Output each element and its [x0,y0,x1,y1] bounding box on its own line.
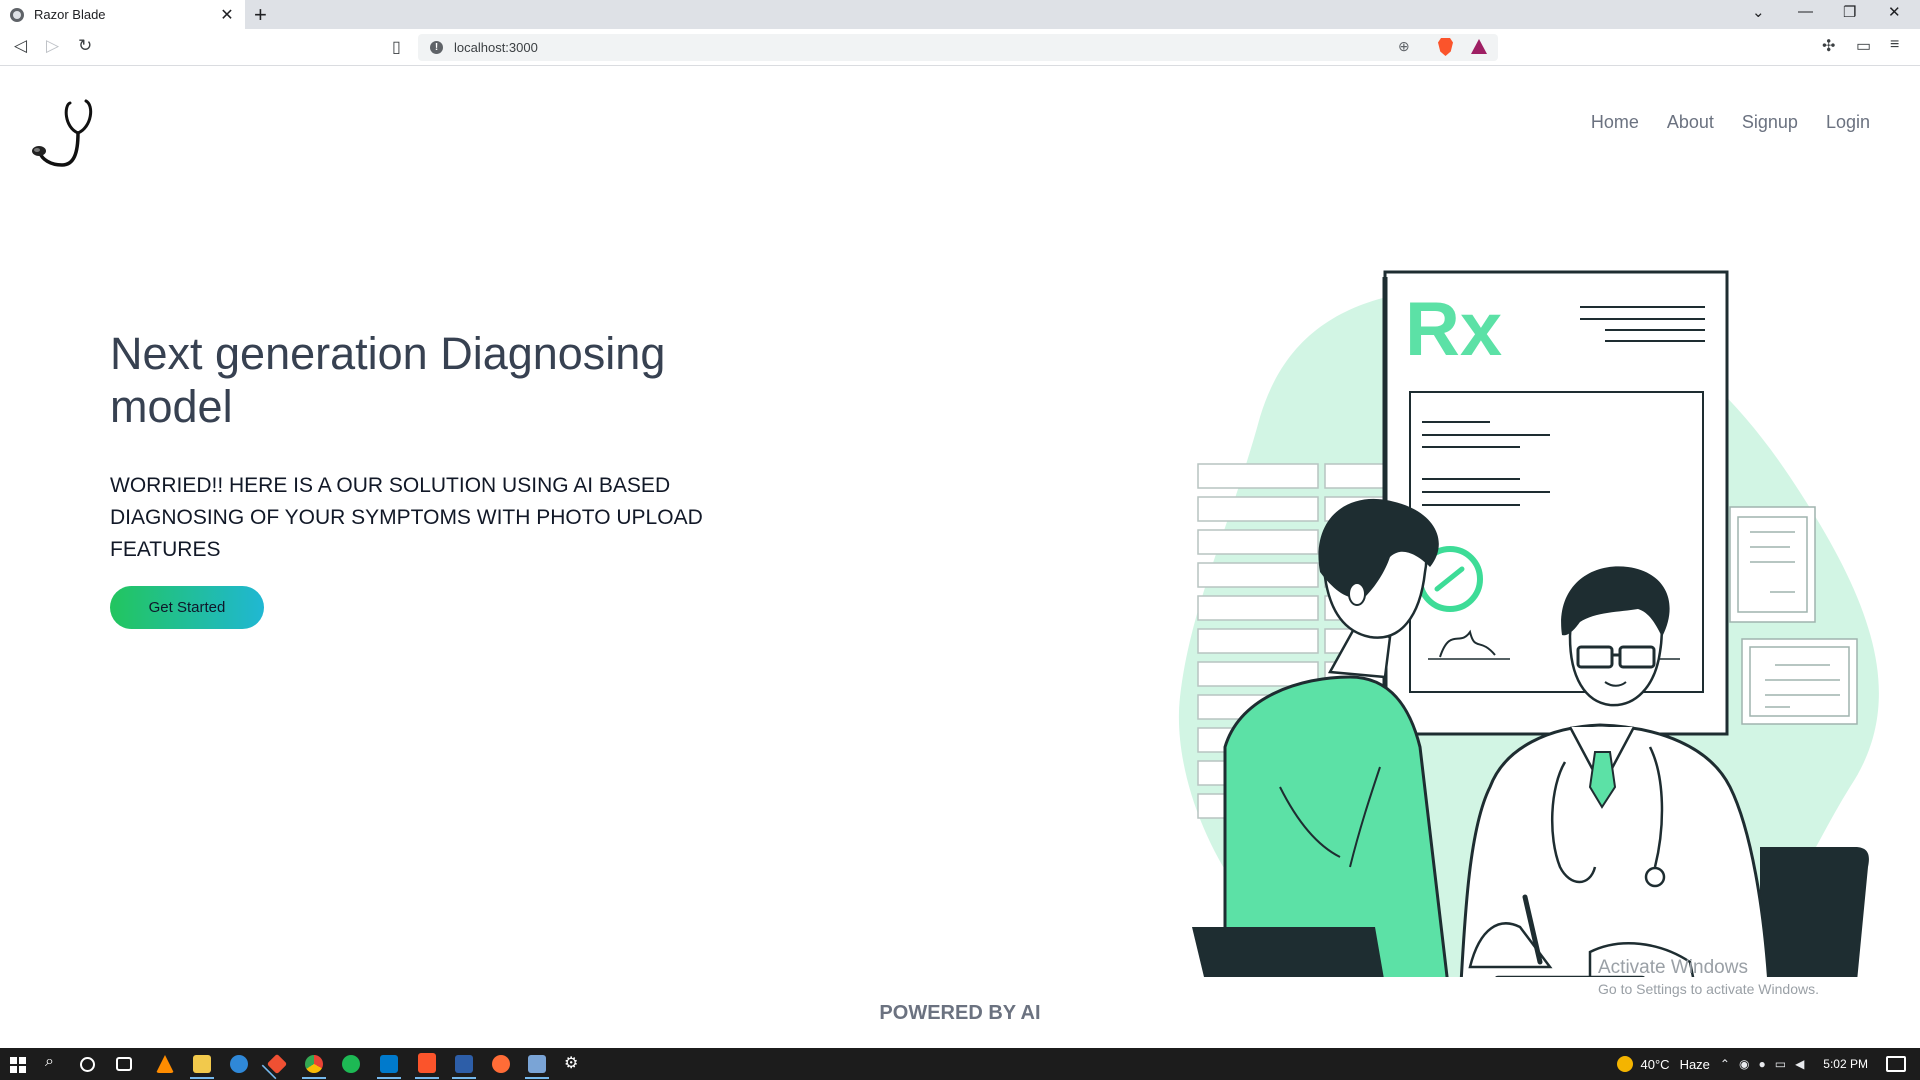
extensions-icon[interactable]: ✣ [1822,36,1835,56]
vlc-icon[interactable] [156,1055,174,1073]
zoom-icon[interactable]: ⊕ [1398,38,1410,55]
nav-about[interactable]: About [1667,112,1714,133]
brave-taskbar-icon[interactable] [415,1053,439,1079]
notepad-icon[interactable] [525,1055,549,1079]
weather-description[interactable]: Haze [1680,1057,1710,1072]
tab-title: Razor Blade [34,7,106,22]
windows-taskbar: ⌕ ⚙ 40°C Haze ⌃ ◉ ● ▭ ◀ 5:02 PM [0,1048,1920,1080]
powershell-icon[interactable] [452,1055,476,1079]
watermark-line-2: Go to Settings to activate Windows. [1598,981,1819,997]
globe-icon [10,7,24,22]
web-page: Home About Signup Login Next generation … [0,67,1920,1048]
task-view-icon[interactable] [116,1057,132,1071]
network-icon[interactable]: ▭ [1775,1057,1786,1071]
hero-title: Next generation Diagnosing model [110,328,666,432]
tab-search-chevron-icon[interactable]: ⌄ [1752,3,1765,21]
address-url[interactable]: localhost:3000 [454,40,538,55]
bookmark-icon[interactable]: ▯ [392,37,401,57]
top-nav: Home About Signup Login [1591,112,1870,133]
reload-icon[interactable]: ↻ [78,36,92,56]
rx-symbol: Rx [1405,287,1502,372]
file-explorer-icon[interactable] [190,1055,214,1079]
prescription-document: Rx [1382,270,1729,736]
chevron-up-icon[interactable]: ⌃ [1720,1057,1730,1071]
notifications-icon[interactable] [1886,1056,1906,1072]
volume-icon[interactable]: ◀ [1795,1057,1804,1071]
postman-icon[interactable] [492,1055,510,1073]
vscode-icon[interactable] [377,1055,401,1079]
brave-rewards-icon[interactable] [1471,39,1487,54]
address-bar[interactable]: ! localhost:3000 ⊕ [418,34,1498,61]
close-tab-icon[interactable]: ✕ [219,5,235,25]
wallet-icon[interactable]: ▭ [1856,36,1871,56]
back-icon[interactable]: ◁ [14,36,27,56]
window-close-icon[interactable]: ✕ [1888,3,1901,21]
spotify-icon[interactable] [342,1055,360,1073]
wall-frame-2 [1741,638,1858,725]
browser-tab-strip: Razor Blade ✕ + ⌄ — ❐ ✕ [0,0,1920,29]
forward-icon[interactable]: ▷ [46,36,59,56]
search-icon[interactable]: ⌕ [45,1053,63,1071]
system-tray: 40°C Haze ⌃ ◉ ● ▭ ◀ 5:02 PM [1616,1048,1920,1080]
restore-icon[interactable]: ❐ [1843,3,1856,21]
wall-frame-1 [1729,506,1816,623]
cortana-icon[interactable] [80,1057,95,1072]
edge-icon[interactable] [230,1055,248,1073]
menu-icon[interactable]: ≡ [1890,36,1899,54]
weather-sun-icon[interactable] [1616,1056,1633,1072]
footer-powered-by: POWERED BY AI [879,1002,1041,1024]
settings-icon[interactable]: ⚙ [564,1053,582,1072]
chrome-icon[interactable] [302,1055,326,1079]
nav-login[interactable]: Login [1826,112,1870,133]
get-started-button[interactable]: Get Started [110,586,264,629]
minimize-icon[interactable]: — [1798,3,1813,20]
nav-home[interactable]: Home [1591,112,1639,133]
microphone-icon[interactable]: ● [1758,1057,1765,1071]
nav-signup[interactable]: Signup [1742,112,1798,133]
camera-icon[interactable]: ◉ [1739,1057,1749,1071]
brave-shields-icon[interactable] [1438,38,1453,56]
watermark-line-1: Activate Windows [1598,957,1748,978]
browser-toolbar: ◁ ▷ ↻ ▯ ! localhost:3000 ⊕ ✣ ▭ ≡ [0,29,1920,66]
windows-activation-watermark: Activate Windows Go to Settings to activ… [1598,957,1819,997]
doctor-patient-illustration: Rx [1178,270,1879,977]
patient-chair [1192,927,1384,977]
windows-start-icon[interactable] [10,1057,26,1073]
clock-time[interactable]: 5:02 PM [1823,1057,1868,1071]
hero-subtitle: WORRIED!! HERE IS A OUR SOLUTION USING A… [110,474,703,561]
browser-tab[interactable]: Razor Blade ✕ [0,0,245,29]
weather-temperature[interactable]: 40°C [1641,1057,1670,1072]
stethoscope-logo-icon[interactable] [28,97,108,177]
site-info-icon[interactable]: ! [430,41,443,54]
new-tab-icon[interactable]: + [254,2,267,28]
git-icon[interactable] [266,1053,288,1075]
